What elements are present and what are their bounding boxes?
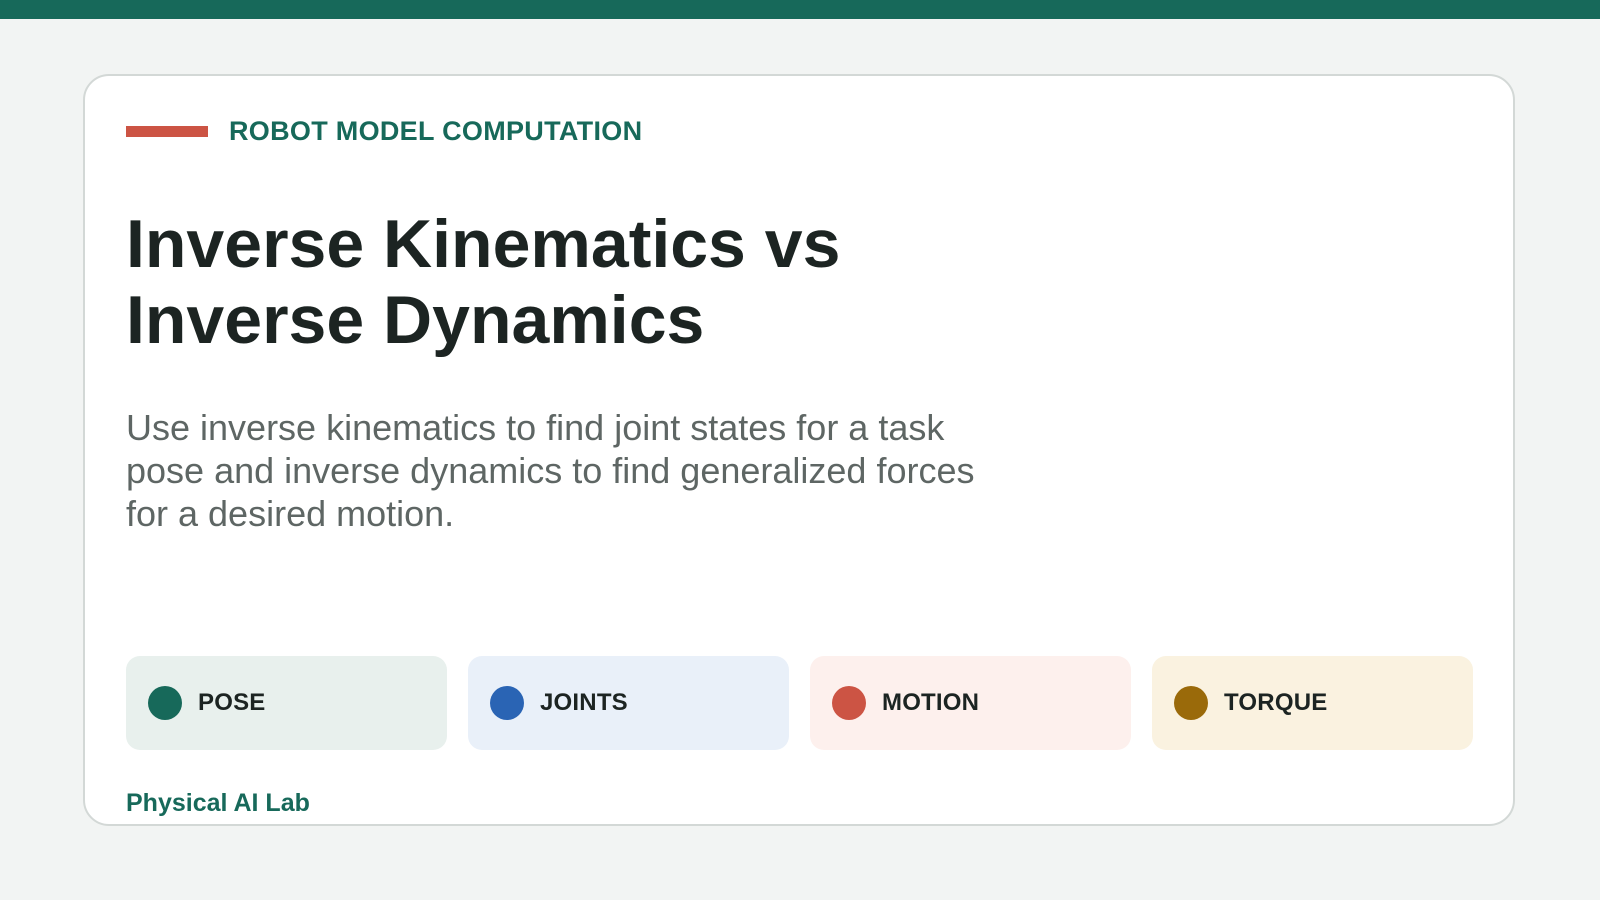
chip-label: JOINTS — [540, 689, 628, 716]
eyebrow-label: ROBOT MODEL COMPUTATION — [229, 115, 643, 146]
footer-brand: Physical AI Lab — [126, 789, 310, 817]
chip-label: TORQUE — [1224, 689, 1328, 716]
chip-joints: JOINTS — [468, 656, 789, 750]
page-title: Inverse Kinematics vs Inverse Dynamics — [126, 206, 1126, 358]
slide-card: ROBOT MODEL COMPUTATION Inverse Kinemati… — [83, 74, 1515, 826]
chip-pose: POSE — [126, 656, 447, 750]
chip-label: MOTION — [882, 689, 980, 716]
eyebrow-accent-bar — [126, 125, 208, 137]
chip-label: POSE — [198, 689, 266, 716]
chip-motion: MOTION — [810, 656, 1131, 750]
chip-torque: TORQUE — [1152, 656, 1473, 750]
motion-dot-icon — [832, 686, 866, 720]
concept-chips: POSE JOINTS MOTION TORQUE — [126, 656, 1473, 750]
eyebrow: ROBOT MODEL COMPUTATION — [126, 110, 642, 152]
joints-dot-icon — [490, 686, 524, 720]
title-line-2: Inverse Dynamics — [126, 282, 705, 358]
title-line-1: Inverse Kinematics vs — [126, 206, 841, 282]
torque-dot-icon — [1174, 686, 1208, 720]
pose-dot-icon — [148, 686, 182, 720]
top-accent-bar — [0, 0, 1600, 19]
subtitle: Use inverse kinematics to find joint sta… — [126, 407, 975, 534]
